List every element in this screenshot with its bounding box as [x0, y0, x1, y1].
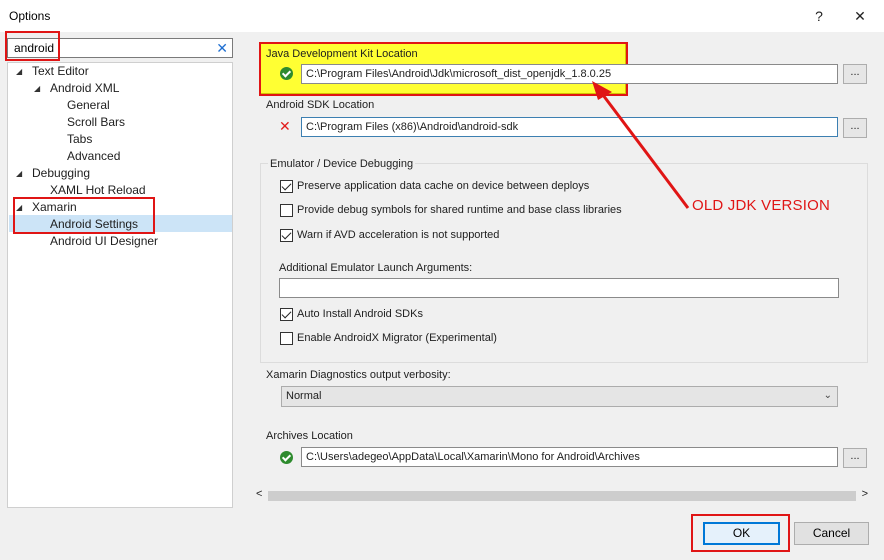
annotation-old-jdk-text: OLD JDK VERSION: [692, 197, 831, 214]
annotation-arrow: [592, 81, 690, 209]
